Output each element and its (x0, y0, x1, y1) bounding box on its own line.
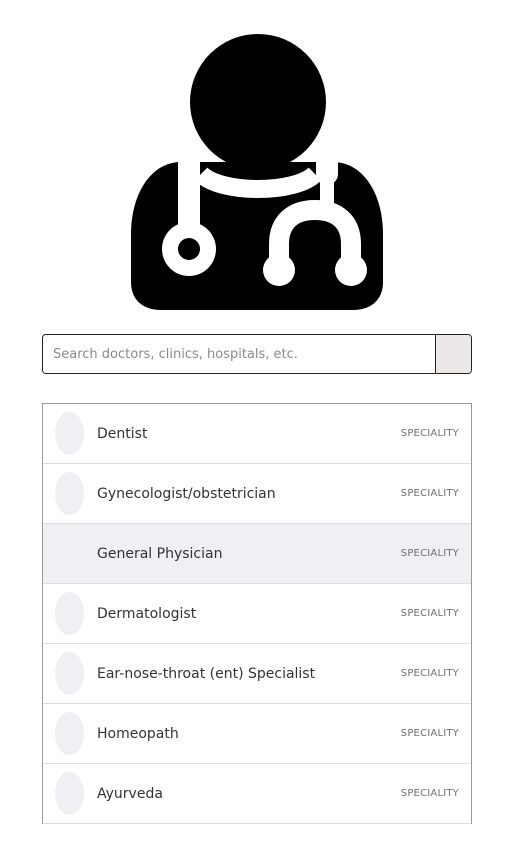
item-type-label: SPECIALITY (400, 548, 459, 559)
item-name: Dermatologist (97, 605, 197, 622)
item-name: Homeopath (97, 725, 179, 742)
item-type-label: SPECIALITY (400, 668, 459, 679)
item-type-label: SPECIALITY (400, 788, 459, 799)
item-name: General Physician (97, 545, 223, 562)
list-item[interactable]: Dentist SPECIALITY (43, 404, 471, 464)
search-bar (42, 334, 472, 374)
item-name: Ayurveda (97, 785, 163, 802)
avatar (55, 772, 84, 815)
item-type-label: SPECIALITY (400, 428, 459, 439)
item-name: Dentist (97, 425, 148, 442)
doctor-stethoscope-icon (131, 34, 383, 310)
list-item[interactable]: Dermatologist SPECIALITY (43, 584, 471, 644)
search-button[interactable] (435, 335, 471, 373)
avatar (55, 472, 84, 515)
list-item[interactable]: General Physician SPECIALITY (43, 524, 471, 584)
item-type-label: SPECIALITY (400, 488, 459, 499)
avatar (55, 652, 84, 695)
list-item[interactable]: Ear-nose-throat (ent) Specialist SPECIALI… (43, 644, 471, 704)
avatar (55, 532, 84, 575)
search-input[interactable] (43, 335, 435, 373)
list-item[interactable]: Ayurveda SPECIALITY (43, 764, 471, 824)
results-list: Dentist SPECIALITY Gynecologist/obstetrici… (42, 403, 472, 824)
avatar (55, 712, 84, 755)
item-type-label: SPECIALITY (400, 608, 459, 619)
list-item[interactable]: Gynecologist/obstetrician SPECIALITY (43, 464, 471, 524)
list-item[interactable]: Homeopath SPECIALITY (43, 704, 471, 764)
avatar (55, 592, 84, 635)
item-name: Gynecologist/obstetrician (97, 485, 276, 502)
item-type-label: SPECIALITY (400, 728, 459, 739)
avatar (55, 412, 84, 455)
item-name: Ear-nose-throat (ent) Specialist (97, 665, 316, 682)
